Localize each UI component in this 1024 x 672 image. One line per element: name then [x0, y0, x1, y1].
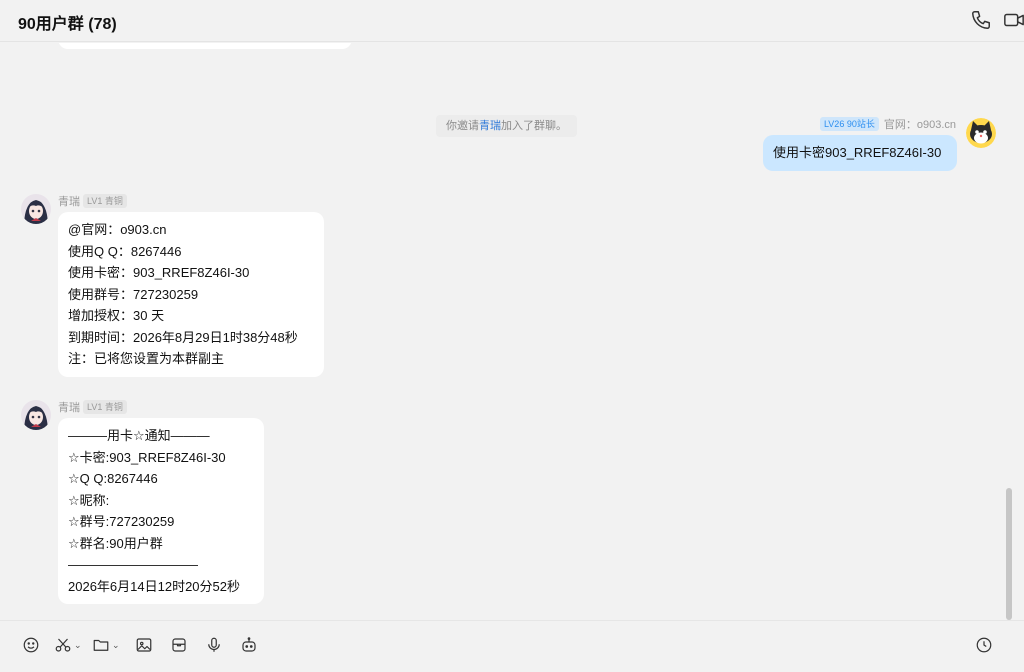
- sender-title-badge: LV26 90站长: [819, 117, 879, 131]
- image-icon: [136, 638, 152, 652]
- folder-icon: [93, 639, 109, 651]
- voice-button[interactable]: [205, 635, 223, 655]
- message-line: ☆群号:727230259: [68, 514, 175, 529]
- scrollbar-thumb[interactable]: [1006, 488, 1012, 620]
- user-avatar[interactable]: [21, 400, 51, 430]
- chevron-down-icon[interactable]: ⌄: [112, 640, 120, 651]
- message-line: 注：已将您设置为本群副主: [68, 351, 225, 366]
- sender-name: 青瑞: [58, 402, 80, 414]
- message-line: 使用群号：727230259: [68, 286, 199, 302]
- composer-toolbar: ⌄ ⌄: [0, 620, 1024, 672]
- notice-suffix: 加入了群聊。: [501, 120, 567, 132]
- emoji-button[interactable]: [22, 635, 40, 655]
- history-clock-icon: [976, 637, 992, 653]
- message-line: 到期时间：2026年8月29日1时38分48秒: [68, 329, 298, 345]
- chevron-down-icon[interactable]: ⌄: [74, 640, 82, 651]
- previous-message-bubble: [58, 43, 352, 49]
- phone-icon[interactable]: [970, 9, 992, 31]
- file-button[interactable]: ⌄: [92, 635, 120, 655]
- message-bubble[interactable]: @官网：o903.cn 使用Q Q：8267446 使用卡密：903_RREF8…: [58, 212, 324, 377]
- sender-name: 官网：o903.cn: [883, 119, 956, 131]
- sender-name: 青瑞: [58, 196, 80, 208]
- message-line: 使用Q Q：8267446: [68, 243, 182, 259]
- image-button[interactable]: [135, 635, 153, 655]
- my-sender-line: LV26 90站长 官网：o903.cn: [819, 116, 956, 132]
- user-avatar[interactable]: [21, 194, 51, 224]
- group-title: 90用户群 (78): [18, 16, 117, 33]
- bot-button[interactable]: [240, 635, 258, 655]
- my-avatar[interactable]: [966, 118, 996, 148]
- message-text: 使用卡密903_RREF8Z46I-30: [773, 145, 942, 160]
- message-list[interactable]: 你邀请青瑞加入了群聊。 LV26 90站长 官网：o903.cn 使用卡密903_…: [0, 43, 1024, 620]
- message-line: ☆卡密:903_RREF8Z46I-30: [68, 449, 226, 465]
- sender-line: 青瑞 LV1 青铜: [58, 193, 127, 209]
- invited-user-link[interactable]: 青瑞: [479, 120, 501, 132]
- message-bubble[interactable]: ———用卡☆通知——— ☆卡密:903_RREF8Z46I-30 ☆Q Q:82…: [58, 418, 264, 604]
- sender-line: 青瑞 LV1 青铜: [58, 399, 127, 415]
- microphone-icon: [208, 637, 220, 652]
- level-badge: LV1 青铜: [83, 194, 127, 208]
- message-line: ☆Q Q:8267446: [68, 471, 158, 486]
- mention-line: @官网：o903.cn: [68, 222, 167, 237]
- scissors-icon: [55, 638, 71, 652]
- message-line: ———用卡☆通知———: [68, 428, 210, 443]
- system-notice: 你邀请青瑞加入了群聊。: [436, 115, 577, 137]
- robot-icon: [242, 637, 256, 652]
- emoji-icon: [23, 637, 39, 653]
- history-button[interactable]: [975, 635, 993, 655]
- my-message-bubble[interactable]: 使用卡密903_RREF8Z46I-30: [763, 135, 957, 171]
- chat-header: 90用户群 (78): [0, 0, 1024, 42]
- timestamp-line: 2026年6月14日12时20分52秒: [68, 578, 240, 594]
- message-line: ☆昵称:: [68, 492, 110, 508]
- video-icon[interactable]: [1003, 9, 1024, 31]
- divider-line: ——————————: [68, 557, 198, 572]
- message-line: 使用卡密：903_RREF8Z46I-30: [68, 265, 250, 280]
- mailbox-icon: [172, 638, 186, 652]
- screenshot-button[interactable]: ⌄: [54, 635, 82, 655]
- message-line: 增加授权：30 天: [68, 308, 165, 323]
- level-badge: LV1 青铜: [83, 400, 127, 414]
- message-line: ☆群名:90用户群: [68, 535, 163, 551]
- notice-prefix: 你邀请: [446, 120, 479, 132]
- mailbox-button[interactable]: [170, 635, 188, 655]
